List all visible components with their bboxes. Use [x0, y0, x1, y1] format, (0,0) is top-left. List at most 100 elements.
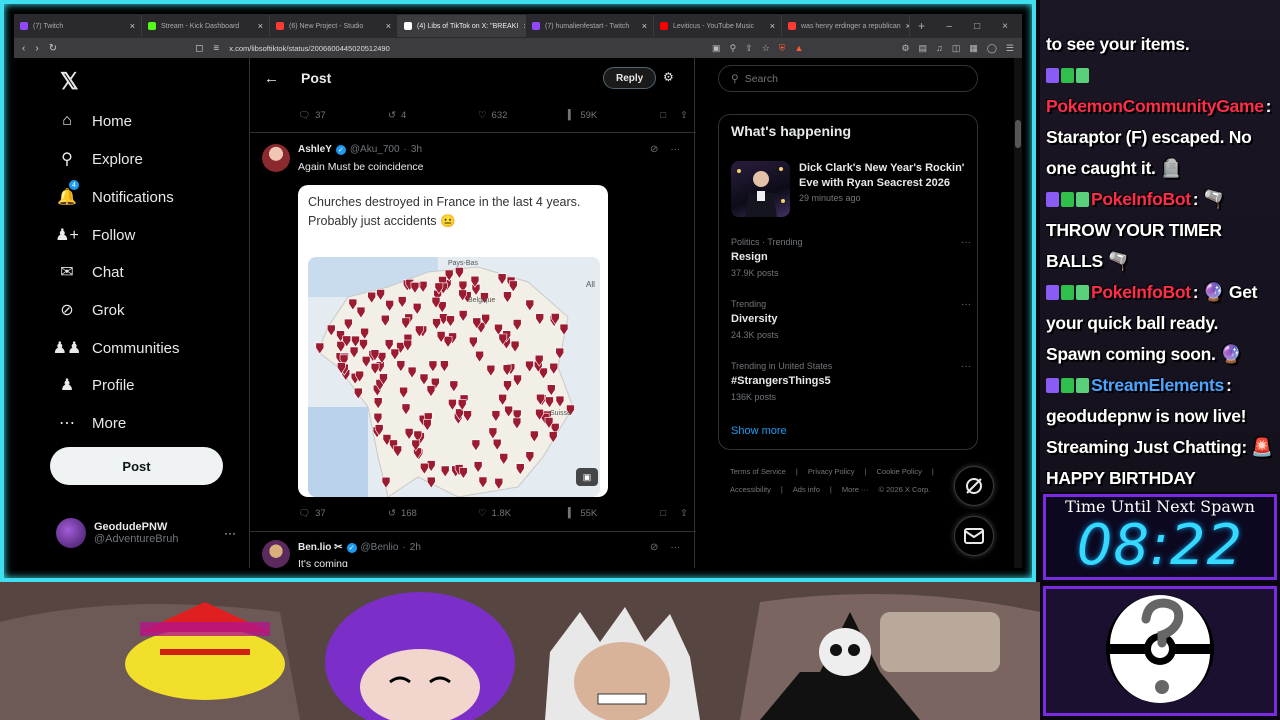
- footer-link[interactable]: © 2026 X Corp.: [879, 485, 931, 494]
- more-dots-icon[interactable]: ···: [961, 299, 971, 310]
- nav-item-profile[interactable]: ♟ Profile: [56, 374, 135, 396]
- repost-action[interactable]: ↺ 168: [388, 508, 478, 519]
- author-name[interactable]: AshleY: [298, 144, 332, 155]
- more-dots-icon[interactable]: ···: [961, 237, 971, 248]
- avatar[interactable]: [262, 540, 290, 568]
- zoom-icon[interactable]: ⚲: [730, 43, 737, 54]
- minimize-icon[interactable]: –: [947, 21, 953, 32]
- close-window-icon[interactable]: ×: [1002, 21, 1008, 32]
- brave-shield-icon[interactable]: ⛨: [779, 43, 786, 54]
- reply-button[interactable]: Reply: [603, 67, 657, 89]
- vpn-icon[interactable]: ◯: [987, 43, 997, 54]
- reload-icon[interactable]: ↻: [49, 43, 57, 54]
- grok-icon[interactable]: ⊘: [650, 144, 658, 155]
- close-icon[interactable]: ×: [770, 21, 775, 31]
- address-bar[interactable]: ‹ › ↻ ◻ ≡ x.com/libsoftiktok/status/2006…: [14, 38, 1022, 58]
- scrollbar-thumb[interactable]: [1015, 120, 1021, 148]
- bookmark-icon[interactable]: □: [660, 110, 666, 121]
- footer-link[interactable]: Accessibility: [730, 485, 771, 494]
- share-icon[interactable]: ⇧: [745, 43, 753, 54]
- footer-link[interactable]: Ads info: [793, 485, 820, 494]
- nav-item-follow[interactable]: ♟+ Follow: [55, 224, 135, 246]
- browser-tab[interactable]: (7) Twitch ×: [14, 15, 142, 37]
- close-icon[interactable]: ×: [258, 21, 263, 31]
- tab-strip: (7) Twitch × Stream - Kick Dashboard × (6) N…: [14, 14, 1022, 38]
- new-tab-icon[interactable]: +: [910, 19, 933, 33]
- nav-item-grok[interactable]: ⊘ Grok: [56, 299, 124, 321]
- search-input[interactable]: ⚲ Search: [718, 65, 978, 92]
- show-more-link[interactable]: Show more: [731, 425, 787, 437]
- nav-item-notifications[interactable]: 🔔 4 Notifications: [56, 180, 174, 208]
- extension-icon[interactable]: ⚙: [901, 43, 909, 54]
- reply-action[interactable]: 🗨 37: [298, 110, 388, 121]
- post-button[interactable]: Post: [50, 447, 223, 485]
- reply-action[interactable]: 🗨 37: [298, 508, 388, 519]
- star-icon[interactable]: ☆: [762, 43, 770, 54]
- back-nav-icon[interactable]: ‹: [22, 43, 25, 54]
- nav-item-communities[interactable]: ♟♟ Communities: [53, 337, 180, 359]
- browser-tab[interactable]: Leviticus - YouTube Music ×: [654, 15, 782, 37]
- sidebar-icon[interactable]: ◫: [952, 43, 961, 54]
- trend-item[interactable]: Trending in United States #StrangersThin…: [731, 361, 971, 402]
- author-handle[interactable]: @Benlio: [361, 542, 399, 553]
- like-action[interactable]: ♡ 1.8K: [478, 508, 568, 519]
- repost-action[interactable]: ↺ 4: [388, 110, 478, 121]
- browser-tab[interactable]: (6) New Project - Studio ×: [270, 15, 398, 37]
- nav-item-chat[interactable]: ✉ Chat: [56, 261, 123, 283]
- install-icon[interactable]: ▣: [712, 43, 721, 54]
- event-title[interactable]: Dick Clark's New Year's Rockin' Eve with…: [799, 161, 974, 191]
- close-icon[interactable]: ×: [386, 21, 391, 31]
- views-action[interactable]: ▍ 55K: [568, 508, 658, 519]
- browser-tab[interactable]: (7) humalienfestart - Twitch ×: [526, 15, 654, 37]
- more-dots-icon[interactable]: ···: [670, 542, 680, 553]
- x-logo[interactable]: 𝕏: [60, 68, 79, 95]
- views-action[interactable]: ▍ 59K: [568, 110, 658, 121]
- like-action[interactable]: ♡ 632: [478, 110, 568, 121]
- nav-item-more[interactable]: ⋯ More: [56, 412, 126, 434]
- nav-item-home[interactable]: ⌂ Home: [56, 110, 132, 132]
- chat-badge-icon: [1046, 68, 1059, 83]
- browser-tab[interactable]: was henry erdinger a republican×: [782, 15, 910, 37]
- tweet-time[interactable]: 2h: [410, 542, 421, 553]
- messages-float-button[interactable]: [954, 516, 994, 556]
- more-dots-icon[interactable]: ···: [224, 526, 236, 540]
- back-arrow-icon[interactable]: ←: [264, 70, 279, 87]
- menu-icon[interactable]: ☰: [1006, 43, 1014, 54]
- tweet-time[interactable]: 3h: [411, 144, 422, 155]
- grok-float-button[interactable]: [954, 466, 994, 506]
- footer-link[interactable]: Terms of Service: [730, 467, 786, 476]
- bookmark-page-icon[interactable]: ◻: [195, 43, 203, 54]
- avatar[interactable]: [262, 144, 290, 172]
- grok-icon[interactable]: ⊘: [650, 542, 658, 553]
- image-details-icon[interactable]: ▣: [576, 468, 598, 486]
- close-icon[interactable]: ×: [130, 21, 135, 31]
- browser-tab[interactable]: (4) Libs of TikTok on X: "BREAKI×: [398, 15, 526, 37]
- author-name[interactable]: Ben.lio ✂: [298, 542, 343, 553]
- event-thumbnail[interactable]: [731, 161, 790, 217]
- tweet-media[interactable]: Churches destroyed in France in the last…: [298, 185, 608, 497]
- wallet-icon[interactable]: ▤: [919, 43, 928, 54]
- url-text[interactable]: x.com/libsoftiktok/status/20066004450205…: [229, 44, 390, 53]
- forward-nav-icon[interactable]: ›: [35, 43, 38, 54]
- maximize-icon[interactable]: □: [974, 21, 980, 32]
- footer-link[interactable]: Privacy Policy: [808, 467, 855, 476]
- account-switcher[interactable]: GeodudePNW @AdventureBruh ···: [56, 516, 236, 550]
- close-icon[interactable]: ×: [642, 21, 647, 31]
- music-icon[interactable]: ♫: [936, 43, 943, 54]
- site-settings-icon[interactable]: ≡: [213, 43, 219, 54]
- trend-item[interactable]: Trending Diversity 24.3K posts ···: [731, 299, 971, 340]
- more-dots-icon[interactable]: ···: [961, 361, 971, 372]
- browser-tab[interactable]: Stream - Kick Dashboard ×: [142, 15, 270, 37]
- share-icon[interactable]: ⇧: [680, 508, 688, 519]
- trend-item[interactable]: Politics · Trending Resign 37.9K posts ·…: [731, 237, 971, 278]
- more-dots-icon[interactable]: ···: [670, 144, 680, 155]
- bookmark-icon[interactable]: □: [660, 508, 666, 519]
- filter-icon[interactable]: ⚙: [663, 70, 674, 84]
- rewards-icon[interactable]: ▲: [795, 43, 804, 54]
- footer-link[interactable]: Cookie Policy: [876, 467, 921, 476]
- share-icon[interactable]: ⇧: [680, 110, 688, 121]
- puzzle-icon[interactable]: ▦: [969, 43, 978, 54]
- nav-item-explore[interactable]: ⚲ Explore: [56, 148, 143, 170]
- author-handle[interactable]: @Aku_700: [350, 144, 400, 155]
- footer-link[interactable]: More ···: [842, 485, 869, 494]
